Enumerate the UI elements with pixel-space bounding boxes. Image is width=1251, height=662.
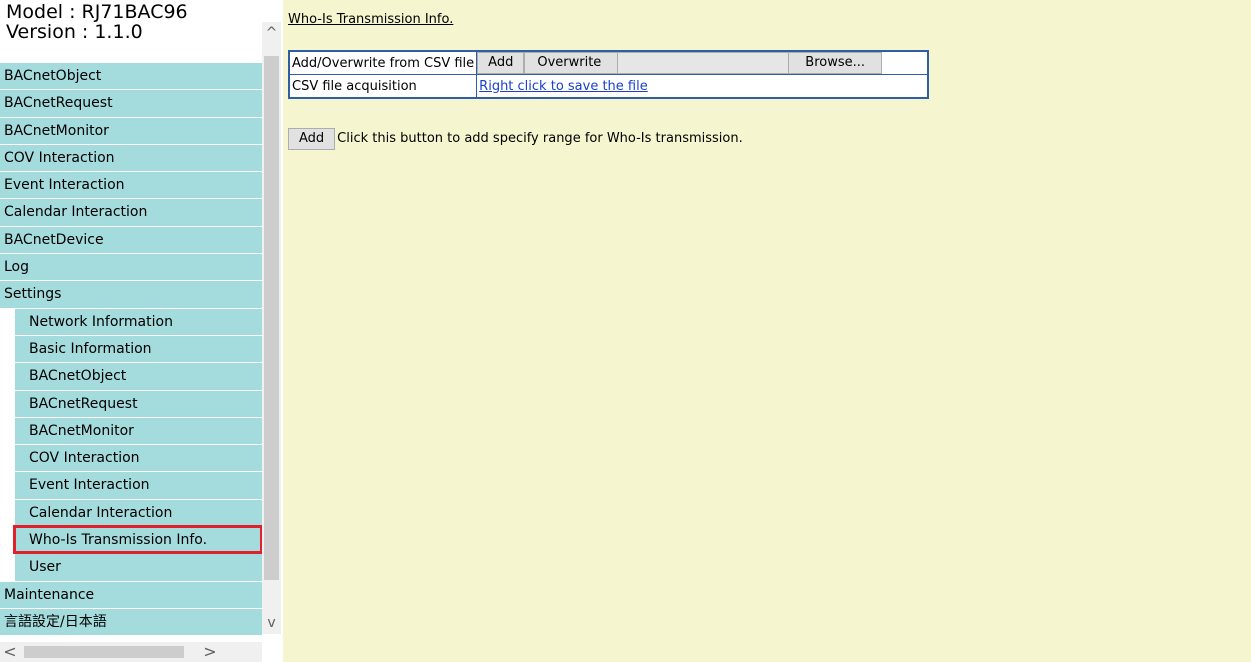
version-label: Version : 1.1.0 <box>6 21 143 43</box>
add-range-button[interactable]: Add <box>288 128 336 150</box>
model-label: Model : RJ71BAC96 <box>6 1 188 23</box>
csv-overwrite-button[interactable]: Overwrite <box>524 52 619 74</box>
nav-subitem-user[interactable]: User <box>15 554 262 582</box>
vertical-scroll-thumb[interactable] <box>264 56 279 580</box>
nav-item-bacnetobject[interactable]: BACnetObject <box>0 63 262 91</box>
csv-acquisition-label: CSV file acquisition <box>288 74 478 99</box>
csv-add-button[interactable]: Add <box>477 52 525 74</box>
sidebar-horizontal-scrollbar[interactable]: < > <box>0 642 262 662</box>
browse-button[interactable]: Browse... <box>788 52 883 74</box>
scroll-down-icon[interactable]: v <box>262 612 281 634</box>
page-title: Who-Is Transmission Info. <box>288 12 454 27</box>
scroll-right-icon[interactable]: > <box>200 642 220 662</box>
nav-item-log[interactable]: Log <box>0 254 262 282</box>
nav-item-bacnetrequest[interactable]: BACnetRequest <box>0 90 262 118</box>
scroll-up-icon[interactable]: ^ <box>262 22 281 44</box>
nav-item-language-setting[interactable]: 言語設定/日本語 <box>0 608 262 637</box>
nav-menu: BACnetObject BACnetRequest BACnetMonitor… <box>0 63 263 637</box>
file-path-field[interactable] <box>618 52 789 74</box>
add-range-row: Add Click this button to add specify rang… <box>288 128 743 150</box>
csv-acquisition-row: CSV file acquisition Right click to save… <box>288 74 929 99</box>
nav-subitem-basic-information[interactable]: Basic Information <box>15 335 262 364</box>
csv-import-label: Add/Overwrite from CSV file <box>288 50 478 75</box>
nav-item-cov-interaction[interactable]: COV Interaction <box>0 144 262 173</box>
nav-subitem-network-information[interactable]: Network Information <box>15 308 262 336</box>
nav-subitem-event-interaction[interactable]: Event Interaction <box>15 472 262 500</box>
nav-item-calendar-interaction[interactable]: Calendar Interaction <box>0 199 262 227</box>
nav-item-bacnetdevice[interactable]: BACnetDevice <box>0 226 262 255</box>
nav-subitem-who-is-transmission-info[interactable]: Who-Is Transmission Info. <box>13 525 263 555</box>
nav-item-settings[interactable]: Settings <box>0 281 262 309</box>
nav-item-maintenance[interactable]: Maintenance <box>0 581 262 609</box>
csv-acquisition-cell: Right click to save the file <box>476 74 929 99</box>
add-range-hint: Click this button to add specify range f… <box>337 131 743 146</box>
nav-subitem-bacnetobject[interactable]: BACnetObject <box>15 363 262 391</box>
horizontal-scroll-thumb[interactable] <box>24 646 184 658</box>
csv-import-row: Add/Overwrite from CSV file Add Overwrite… <box>288 50 929 75</box>
sidebar-vertical-scrollbar[interactable]: ^ v <box>262 22 281 634</box>
scroll-left-icon[interactable]: < <box>0 642 20 662</box>
nav-item-bacnetmonitor[interactable]: BACnetMonitor <box>0 117 262 145</box>
csv-table: Add/Overwrite from CSV file Add Overwrite… <box>288 50 930 99</box>
csv-import-controls: Add Overwrite Browse... <box>476 50 929 75</box>
nav-subitem-cov-interaction[interactable]: COV Interaction <box>15 445 262 473</box>
nav-item-event-interaction[interactable]: Event Interaction <box>0 172 262 200</box>
nav-subitem-bacnetrequest[interactable]: BACnetRequest <box>15 390 262 418</box>
nav-subitem-calendar-interaction[interactable]: Calendar Interaction <box>15 499 262 528</box>
main-content: Who-Is Transmission Info. Add/Overwrite … <box>283 0 1251 662</box>
sidebar: Model : RJ71BAC96 Version : 1.1.0 BACnet… <box>0 0 281 662</box>
model-info: Model : RJ71BAC96 Version : 1.1.0 <box>6 2 256 42</box>
save-file-link[interactable]: Right click to save the file <box>479 79 648 94</box>
nav-subitem-bacnetmonitor[interactable]: BACnetMonitor <box>15 417 262 446</box>
